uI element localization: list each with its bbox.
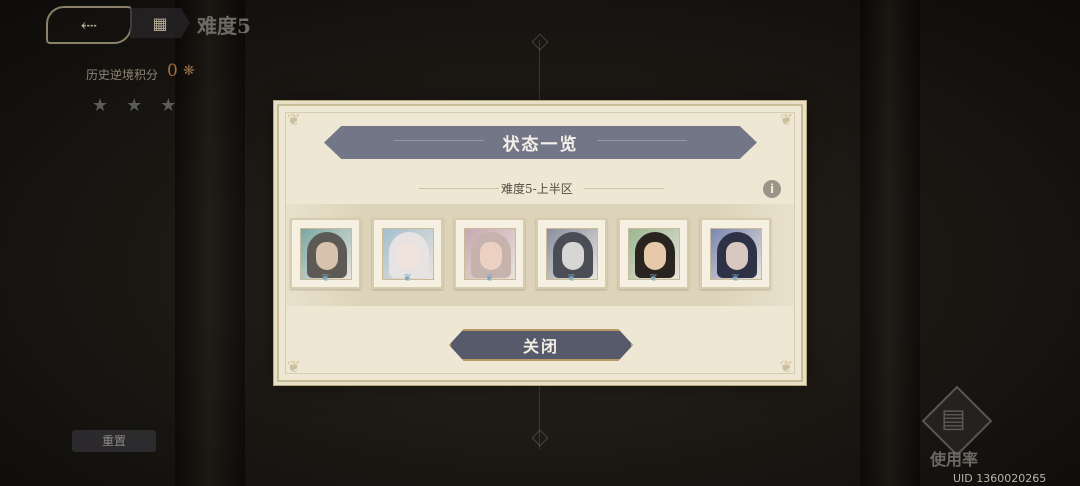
reset-button[interactable]: 重置 <box>72 430 156 452</box>
laurel-icon: ❦ <box>731 273 740 284</box>
usage-rate-label: 使用率 <box>930 450 979 469</box>
close-button[interactable]: 关闭 <box>449 329 633 361</box>
portrait-face-shape <box>561 241 584 270</box>
status-overview-modal: ❦ ❦ ❦ ❦ 状态一览 难度5-上半区 i ❦ ❦ ❦ ❦ ❦ ❦ 关闭 <box>277 104 803 382</box>
character-portrait-card[interactable]: ❦ <box>372 218 443 289</box>
laurel-icon: ❦ <box>403 273 412 284</box>
character-portrait <box>299 227 352 280</box>
star-icon: ★ <box>160 95 177 116</box>
character-portrait <box>627 227 680 280</box>
star-icon: ★ <box>92 95 109 116</box>
section-divider <box>584 188 664 189</box>
star-icon: ★ <box>126 95 143 116</box>
grid-icon: ▦ <box>152 13 168 33</box>
portrait-list: ❦ ❦ ❦ ❦ ❦ ❦ <box>290 218 771 289</box>
portrait-face-shape <box>315 241 338 270</box>
menu-button[interactable]: ▦ <box>130 8 190 38</box>
close-button-label: 关闭 <box>522 337 559 356</box>
character-portrait-card[interactable]: ❦ <box>700 218 771 289</box>
background-pillar <box>860 0 920 486</box>
corner-ornament-icon: ❦ <box>779 357 793 376</box>
back-arrow-icon: ⇠ <box>80 13 98 37</box>
character-portrait-card[interactable]: ❦ <box>290 218 361 289</box>
section-divider <box>419 188 499 189</box>
banner-flourish <box>394 140 484 141</box>
chart-icon: ▤ <box>941 404 966 434</box>
section-label: 难度5-上半区 <box>501 182 573 196</box>
laurel-icon: ❦ <box>321 273 330 284</box>
character-portrait-card[interactable]: ❦ <box>454 218 525 289</box>
banner-flourish <box>597 140 687 141</box>
laurel-icon: ❦ <box>649 273 658 284</box>
back-button[interactable]: ⇠ <box>46 6 132 44</box>
score-emblem-icon: ❋ <box>183 63 195 79</box>
corner-ornament-icon: ❦ <box>287 357 301 376</box>
star-rating: ★ ★ ★ <box>92 95 176 116</box>
character-portrait-card[interactable]: ❦ <box>618 218 689 289</box>
portrait-face-shape <box>643 241 666 270</box>
portrait-face-shape <box>397 241 420 270</box>
character-portrait <box>545 227 598 280</box>
character-portrait <box>463 227 516 280</box>
corner-ornament-icon: ❦ <box>287 110 301 129</box>
stage-title: 难度5 <box>197 14 251 38</box>
uid-text: UID 1360020265 <box>953 472 1047 485</box>
corner-ornament-icon: ❦ <box>779 110 793 129</box>
section-header: 难度5-上半区 <box>279 178 801 198</box>
laurel-icon: ❦ <box>485 273 494 284</box>
modal-title: 状态一览 <box>502 135 579 155</box>
portrait-face-shape <box>725 241 748 270</box>
history-score-value: 0 <box>167 61 178 81</box>
portrait-face-shape <box>479 241 502 270</box>
history-score-label: 历史逆境积分 <box>86 68 159 82</box>
laurel-icon: ❦ <box>567 273 576 284</box>
info-icon[interactable]: i <box>763 180 781 198</box>
character-portrait <box>709 227 762 280</box>
modal-title-banner: 状态一览 <box>324 126 757 159</box>
divider-ornament <box>531 429 549 447</box>
character-portrait <box>381 227 434 280</box>
divider-ornament <box>531 33 549 51</box>
character-portrait-card[interactable]: ❦ <box>536 218 607 289</box>
